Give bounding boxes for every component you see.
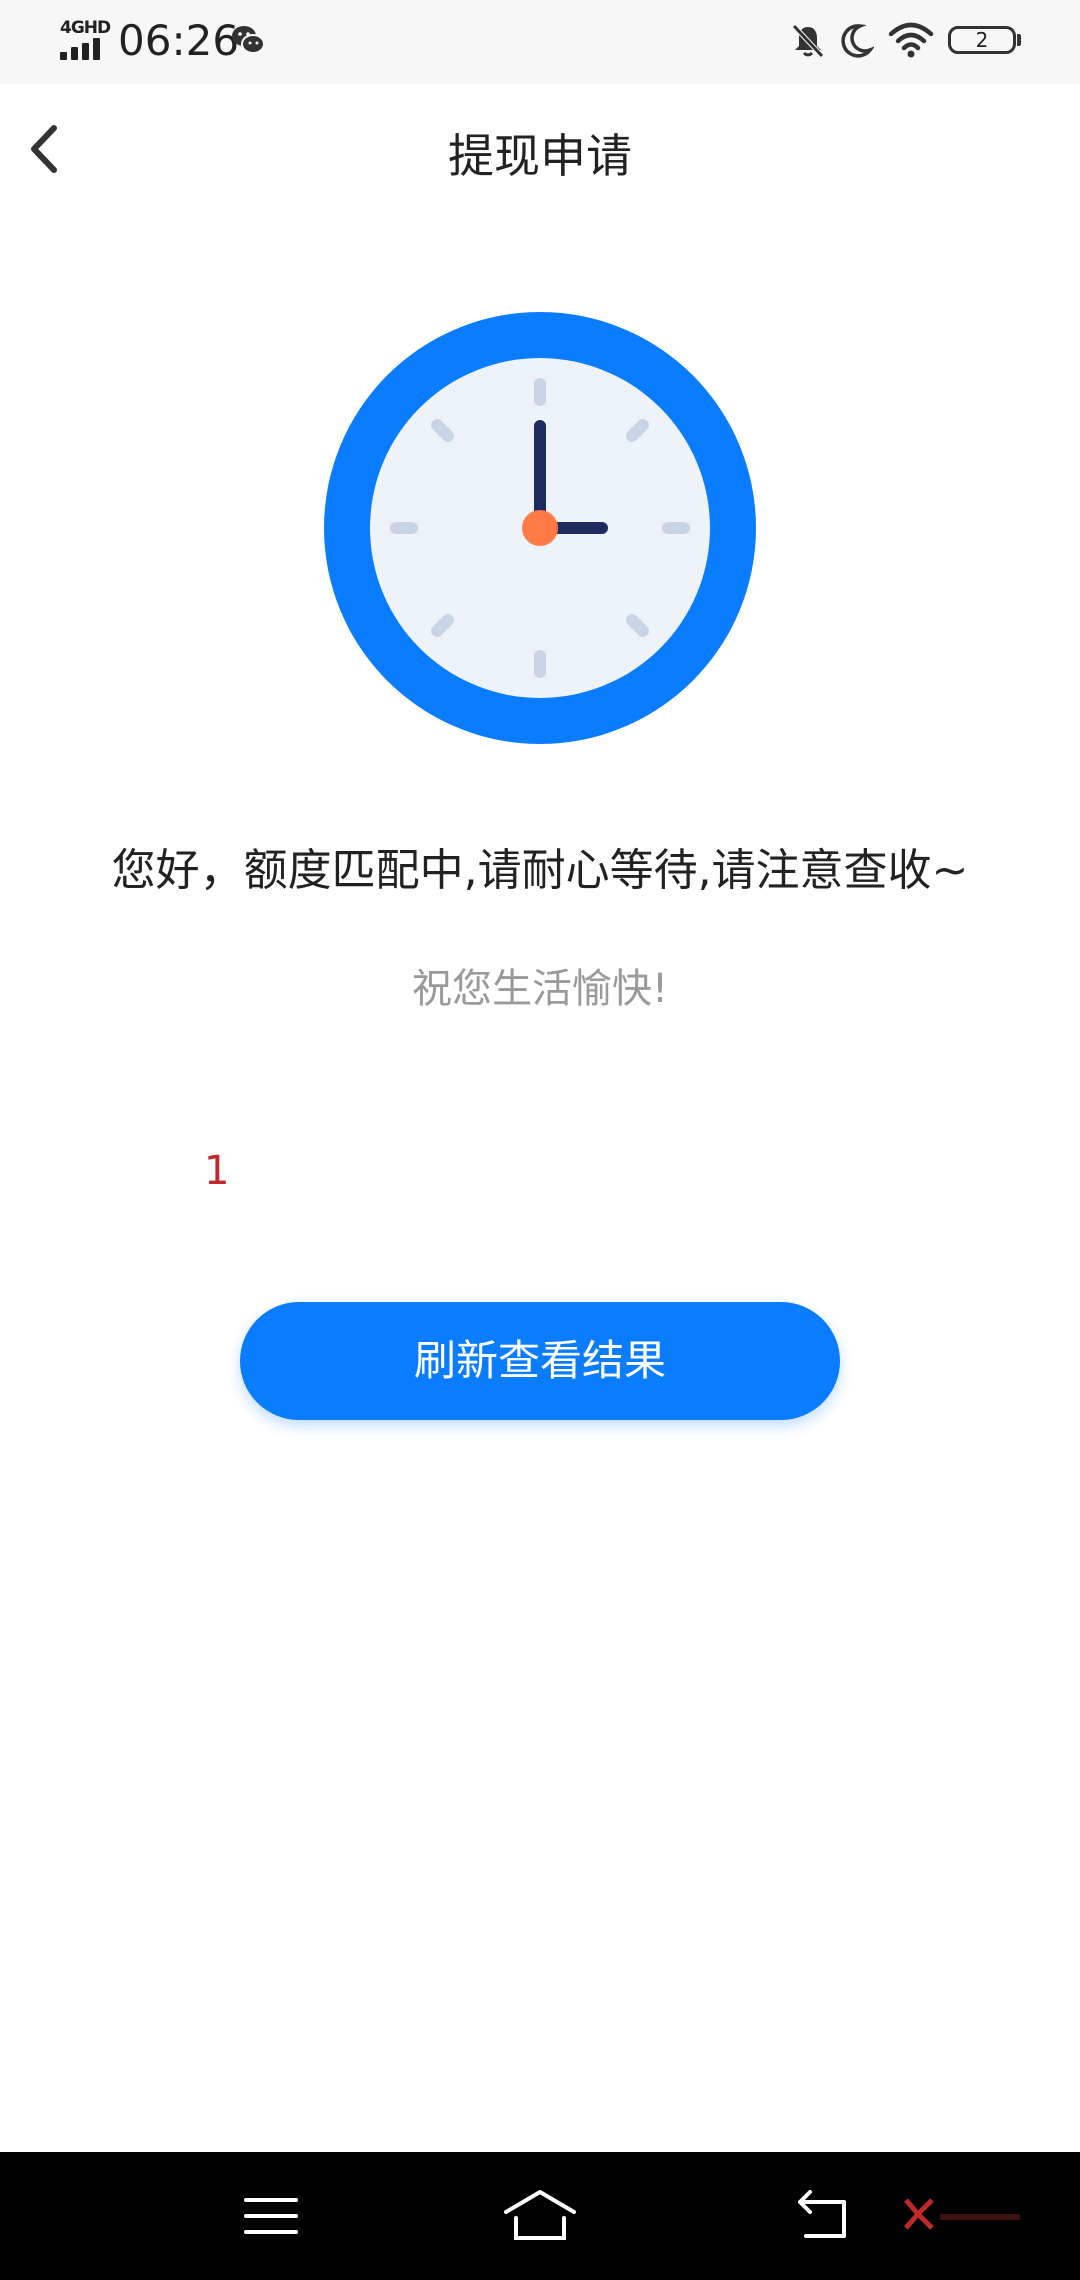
battery-tip bbox=[1017, 34, 1021, 46]
battery-indicator: 2 bbox=[948, 26, 1016, 54]
menu-icon[interactable] bbox=[242, 2192, 300, 2240]
page-title: 提现申请 bbox=[448, 129, 632, 183]
status-time: 06:26 bbox=[118, 16, 240, 65]
moon-icon bbox=[841, 24, 874, 58]
bell-off-icon bbox=[792, 24, 824, 58]
wechat-icon bbox=[232, 26, 265, 54]
header: 提现申请 bbox=[0, 84, 1080, 214]
navigation-bar bbox=[0, 2152, 1080, 2280]
network-type: 4GHD bbox=[60, 18, 111, 38]
back-icon[interactable] bbox=[796, 2188, 854, 2242]
home-icon[interactable] bbox=[502, 2188, 578, 2244]
wifi-icon bbox=[888, 22, 934, 58]
signal-icon bbox=[60, 38, 104, 60]
status-message: 您好，额度匹配中,请耐心等待,请注意查收~ bbox=[111, 845, 969, 896]
red-number-label: 1 bbox=[204, 1148, 230, 1194]
clock-illustration bbox=[324, 312, 756, 744]
watermark-logo bbox=[904, 2198, 1020, 2230]
status-bar: 4GHD 06:26 2 bbox=[0, 0, 1080, 84]
refresh-result-button[interactable]: 刷新查看结果 bbox=[240, 1302, 840, 1420]
greeting-message: 祝您生活愉快! bbox=[411, 966, 669, 1012]
page: 4GHD 06:26 2 提现申请 您好，额度匹配中,请耐心等待,请注意查收~ … bbox=[0, 0, 1080, 2280]
